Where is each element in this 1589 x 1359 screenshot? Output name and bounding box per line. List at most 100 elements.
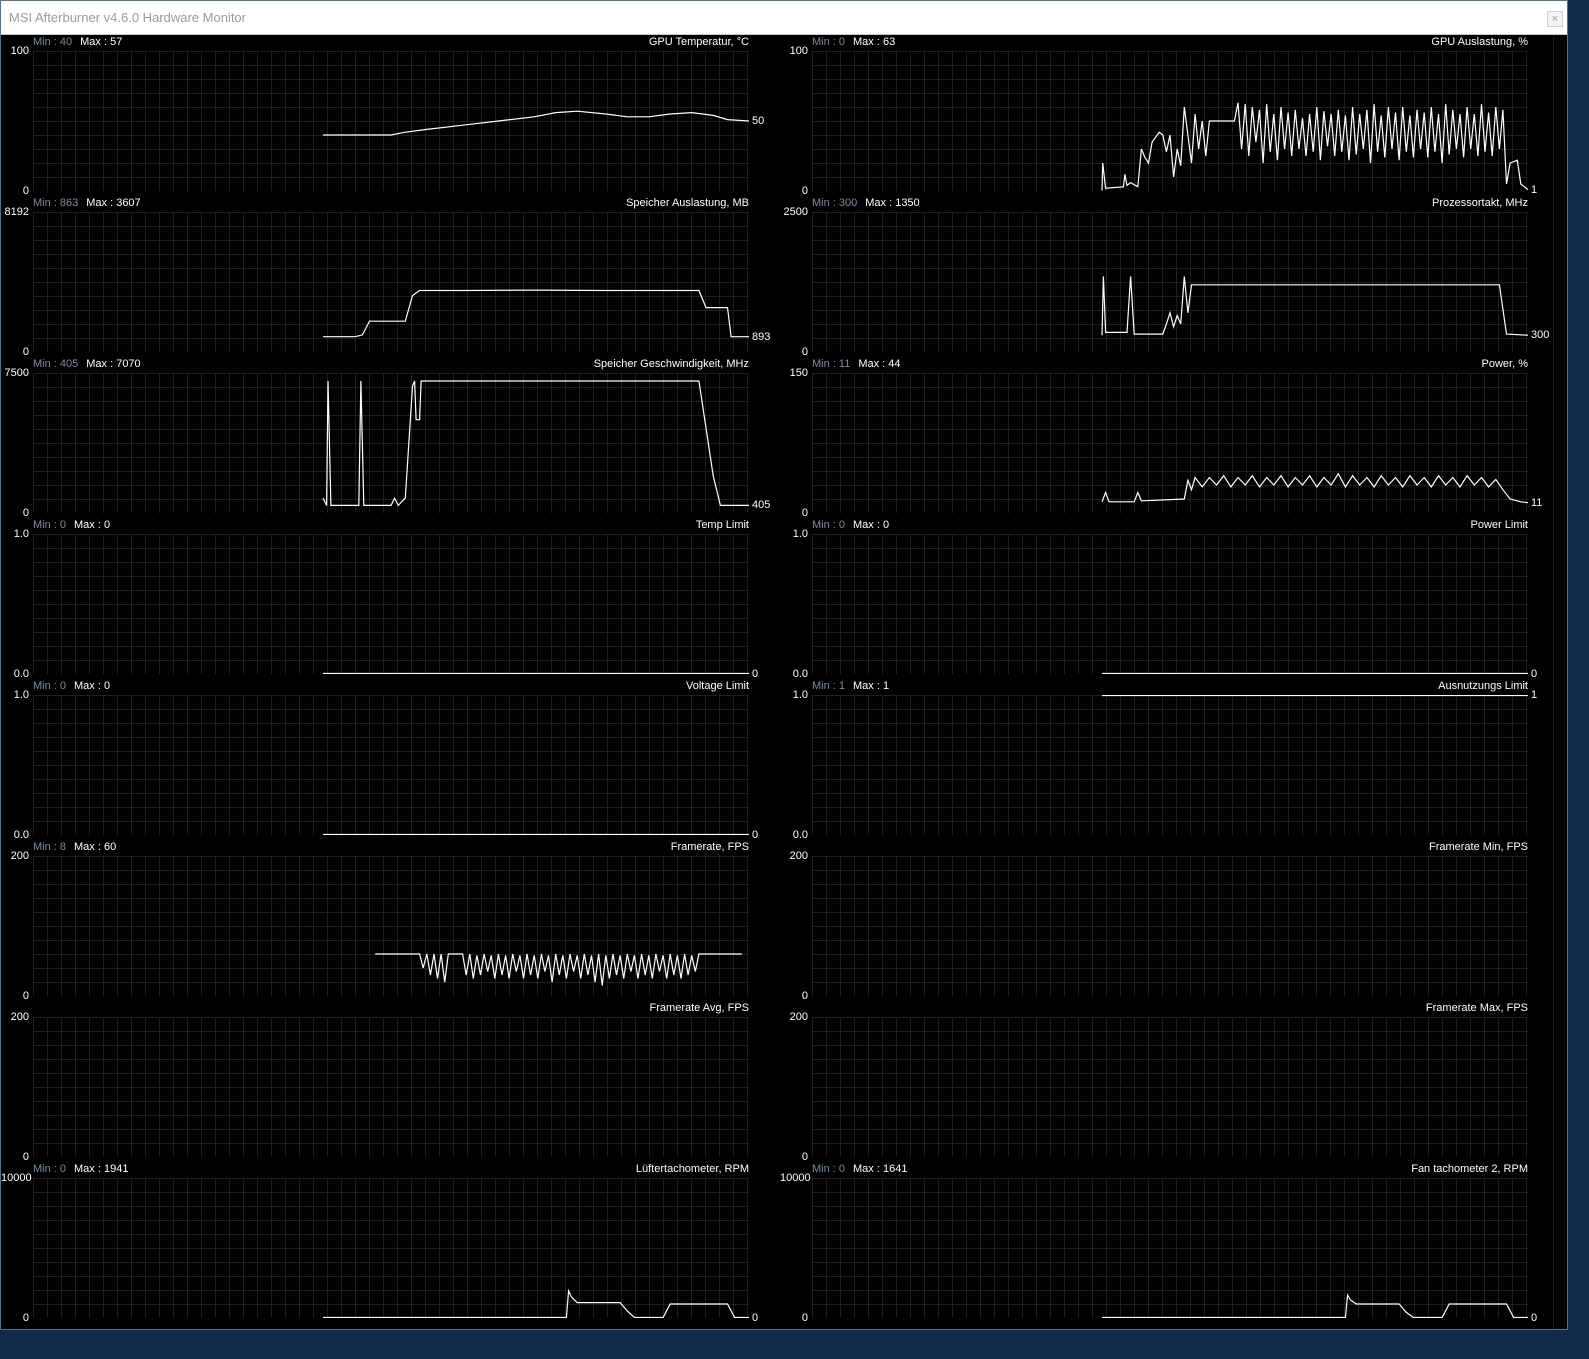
min-value: Min : 0 <box>33 680 67 692</box>
graph-plot <box>812 856 1528 996</box>
grid <box>812 373 1528 513</box>
current-value: 11 <box>1531 496 1543 509</box>
graph-panel-core-clock[interactable]: Min : 300 Max : 1350 Prozessortakt, MHz 250… <box>780 196 1550 358</box>
graph-title: Framerate Avg, FPS <box>649 1002 749 1014</box>
graph-plot <box>33 695 749 835</box>
grid <box>33 695 749 835</box>
grid <box>812 212 1528 352</box>
graph-plot <box>33 534 749 674</box>
y-axis-max-label: 200 <box>10 1011 29 1023</box>
graph-panel-utilization-limit[interactable]: Min : 1 Max : 1 Ausnutzungs Limit 1.0 0.0 1 <box>780 679 1537 841</box>
min-max-readout: Min : 40 Max : 57 <box>33 35 122 49</box>
graph-panel-gpu-temperature[interactable]: Min : 40 Max : 57 GPU Temperatur, °C 100 0 50 <box>1 35 765 197</box>
min-max-readout: Min : 0 Max : 1941 <box>33 1162 128 1176</box>
y-axis-max-label: 200 <box>789 1011 808 1023</box>
graph-panel-framerate[interactable]: Min : 8 Max : 60 Framerate, FPS 200 0 <box>1 840 753 1002</box>
grid <box>812 1178 1528 1318</box>
graph-panel-power[interactable]: Min : 11 Max : 44 Power, % 150 0 11 <box>780 357 1543 519</box>
graph-plot <box>812 51 1528 191</box>
graph-plot <box>812 695 1528 835</box>
max-value: Max : 1941 <box>74 1163 129 1175</box>
graph-title: Framerate Min, FPS <box>1428 841 1528 853</box>
min-max-readout: Min : 1 Max : 1 <box>812 679 889 693</box>
graph-panel-fan-tachometer[interactable]: Min : 0 Max : 1941 Lüftertachometer, RPM 10… <box>1 1162 758 1324</box>
title-bar[interactable]: MSI Afterburner v4.6.0 Hardware Monitor … <box>1 1 1567 35</box>
min-max-readout: Min : 300 Max : 1350 <box>812 196 920 210</box>
close-icon: × <box>1551 13 1559 25</box>
graph-line <box>1101 276 1528 336</box>
min-max-readout <box>812 840 820 854</box>
graph-panel-power-limit[interactable]: Min : 0 Max : 0 Power Limit 1.0 0.0 0 <box>780 518 1537 680</box>
graph-plot <box>812 212 1528 352</box>
grid <box>33 856 749 996</box>
window-title: MSI Afterburner v4.6.0 Hardware Monitor <box>9 10 246 25</box>
vertical-scrollbar[interactable] <box>1553 35 1567 1329</box>
y-axis-max-label: 10000 <box>780 1172 811 1184</box>
min-value: Min : 405 <box>33 358 79 370</box>
min-max-readout: Min : 0 Max : 0 <box>812 518 889 532</box>
current-value: 1 <box>1531 183 1538 196</box>
grid <box>33 212 749 352</box>
max-value: Max : 7070 <box>86 358 141 370</box>
current-value: 893 <box>752 330 771 343</box>
y-axis-min-label: 0 <box>801 1312 808 1324</box>
max-value: Max : 60 <box>74 841 117 853</box>
current-value: 1 <box>1531 689 1538 701</box>
graph-title: Framerate, FPS <box>670 841 749 853</box>
graph-panel-fan-tachometer-2[interactable]: Min : 0 Max : 1641 Fan tachometer 2, RPM 10… <box>780 1162 1537 1324</box>
grid <box>812 856 1528 996</box>
graph-title: Framerate Max, FPS <box>1425 1002 1528 1014</box>
graph-plot <box>812 1017 1528 1157</box>
close-button[interactable]: × <box>1547 11 1563 27</box>
graph-panel-framerate-avg[interactable]: Framerate Avg, FPS 200 0 <box>1 1001 753 1163</box>
graph-title: Fan tachometer 2, RPM <box>1411 1163 1528 1175</box>
graph-line <box>323 289 749 338</box>
graph-title: Ausnutzungs Limit <box>1438 680 1528 692</box>
max-value: Max : 1350 <box>865 197 920 209</box>
min-value: Min : 0 <box>812 1163 846 1175</box>
y-axis-max-label: 7500 <box>4 367 29 379</box>
min-max-readout: Min : 863 Max : 3607 <box>33 196 141 210</box>
min-value: Min : 863 <box>33 197 79 209</box>
graph-panel-framerate-max[interactable]: Framerate Max, FPS 200 0 <box>780 1001 1532 1163</box>
max-value: Max : 57 <box>80 36 123 48</box>
graph-title: Lüftertachometer, RPM <box>635 1163 749 1175</box>
grid <box>33 1017 749 1157</box>
min-value: Min : 0 <box>812 519 846 531</box>
graph-panel-gpu-usage[interactable]: Min : 0 Max : 63 GPU Auslastung, % 100 0 1 <box>780 35 1537 197</box>
graph-line <box>375 953 742 986</box>
max-value: Max : 1641 <box>853 1163 908 1175</box>
min-max-readout: Min : 0 Max : 63 <box>812 35 895 49</box>
min-value: Min : 0 <box>33 519 67 531</box>
y-axis-max-label: 200 <box>789 850 808 862</box>
hardware-monitor-window: MSI Afterburner v4.6.0 Hardware Monitor … <box>0 0 1568 1330</box>
graph-line <box>323 110 749 136</box>
graph-plot <box>812 534 1528 674</box>
max-value: Max : 1 <box>853 680 890 692</box>
graph-panel-voltage-limit[interactable]: Min : 0 Max : 0 Voltage Limit 1.0 0.0 0 <box>1 679 758 841</box>
y-axis-max-label: 10000 <box>1 1172 32 1184</box>
graph-panel-framerate-min[interactable]: Framerate Min, FPS 200 0 <box>780 840 1532 1002</box>
min-max-readout: Min : 0 Max : 0 <box>33 679 110 693</box>
current-value: 0 <box>1531 1312 1538 1324</box>
graph-plot <box>33 212 749 352</box>
max-value: Max : 0 <box>74 680 111 692</box>
graph-panel-temp-limit[interactable]: Min : 0 Max : 0 Temp Limit 1.0 0.0 0 <box>1 518 758 680</box>
max-value: Max : 44 <box>858 358 901 370</box>
y-axis-max-label: 1.0 <box>792 528 808 540</box>
min-value: Min : 11 <box>812 358 851 370</box>
min-value: Min : 0 <box>812 36 846 48</box>
grid <box>33 534 749 674</box>
graph-panel-memory-clock[interactable]: Min : 405 Max : 7070 Speicher Geschwindigk… <box>1 357 771 519</box>
graph-plot <box>33 51 749 191</box>
min-max-readout: Min : 11 Max : 44 <box>812 357 901 371</box>
y-axis-min-label: 0 <box>22 1312 29 1324</box>
max-value: Max : 0 <box>853 519 890 531</box>
current-value: 405 <box>752 499 771 512</box>
y-axis-max-label: 150 <box>789 367 808 379</box>
graph-panel-memory-usage[interactable]: Min : 863 Max : 3607 Speicher Auslastung, … <box>1 196 771 358</box>
graph-line <box>1102 1293 1528 1318</box>
min-max-readout: Min : 8 Max : 60 <box>33 840 116 854</box>
grid <box>812 1017 1528 1157</box>
graph-plot <box>812 1178 1528 1318</box>
